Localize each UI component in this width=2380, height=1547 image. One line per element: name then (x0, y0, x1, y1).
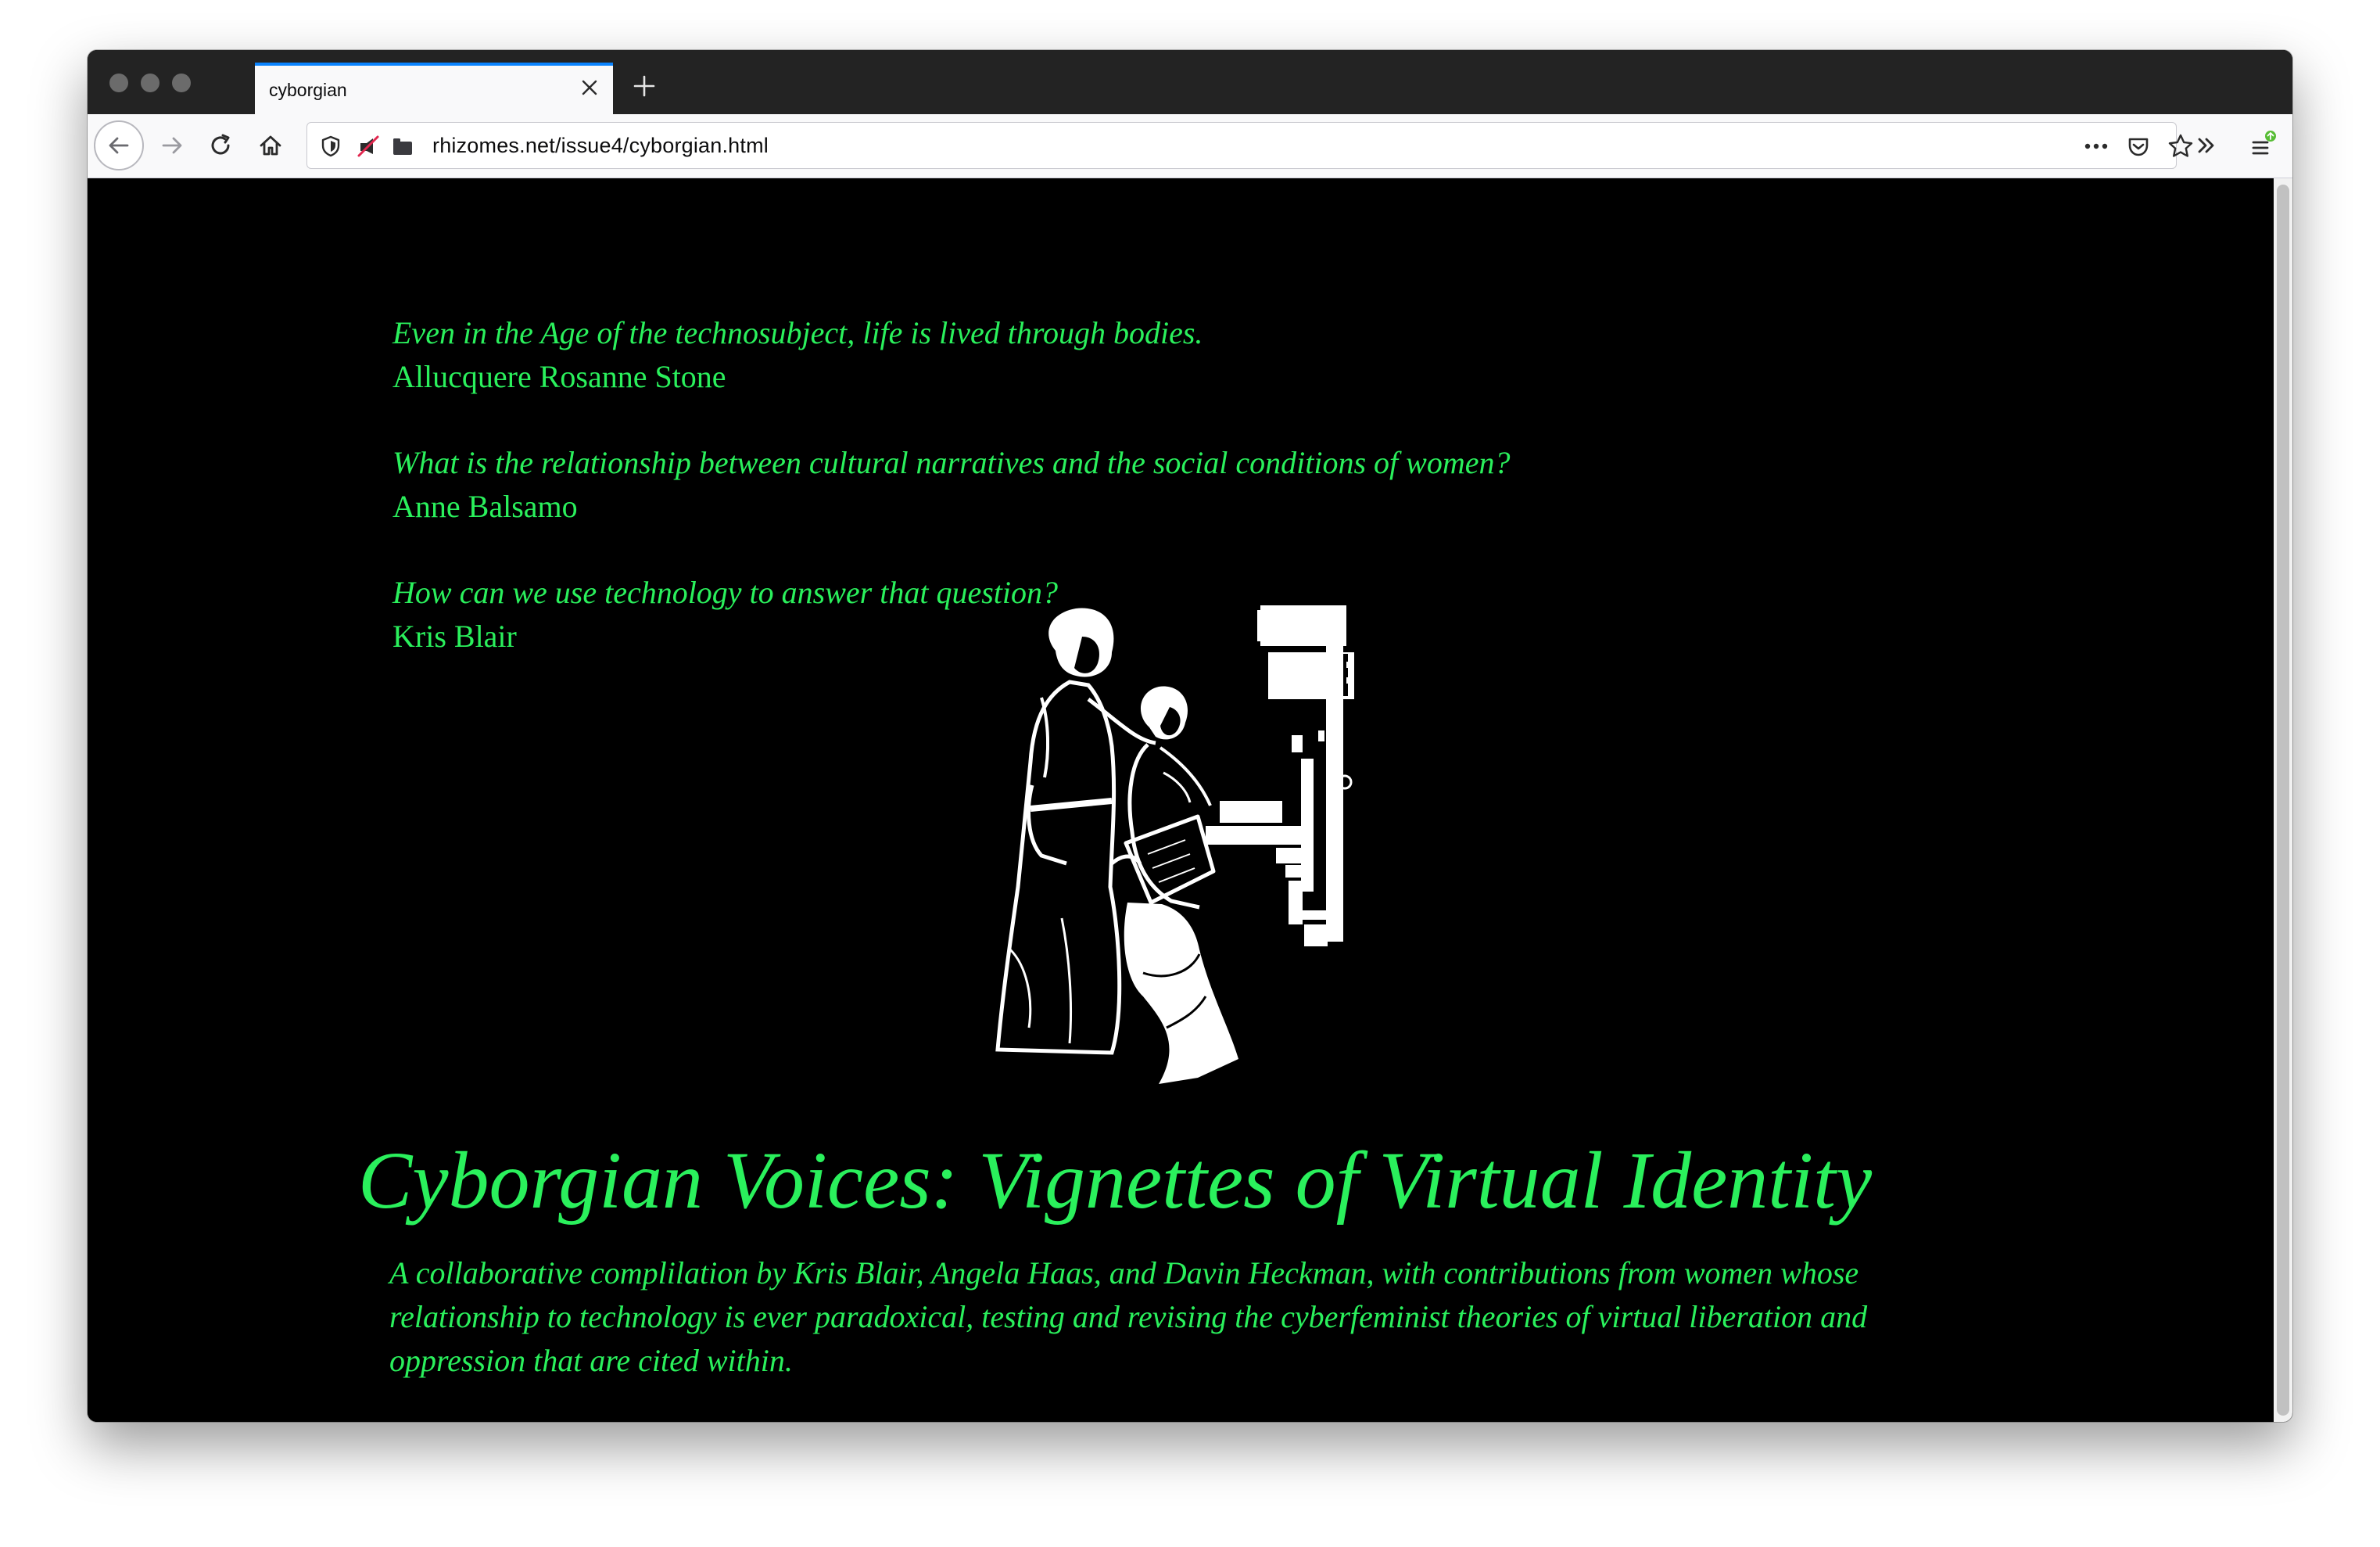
navigation-toolbar: rhizomes.net/issue4/cyborgian.html (88, 114, 2292, 178)
tab-title: cyborgian (269, 80, 347, 100)
reload-icon (211, 134, 230, 155)
page-info-icon[interactable] (389, 132, 417, 160)
home-icon (260, 135, 281, 156)
overflow-menu-button[interactable] (2188, 127, 2225, 164)
browser-window: cyborgian rhizomes.net/issue4/cyborgian.… (88, 50, 2292, 1422)
back-button[interactable] (94, 120, 144, 170)
ellipsis-icon (2084, 143, 2108, 149)
autoplay-blocked-icon[interactable] (354, 132, 382, 160)
pocket-button[interactable] (2124, 132, 2152, 160)
page-actions-button[interactable] (2082, 132, 2110, 160)
tracking-shield-icon[interactable] (317, 132, 345, 160)
tab-cyborgian[interactable]: cyborgian (255, 63, 613, 114)
quote-text: What is the relationship between cultura… (392, 445, 1511, 480)
scrollbar-thumb[interactable] (2277, 185, 2289, 1416)
quote-author: Anne Balsamo (392, 489, 578, 524)
pocket-icon (2128, 138, 2149, 156)
app-menu-button[interactable] (2244, 127, 2281, 164)
quote-author: Allucquere Rosanne Stone (392, 359, 726, 394)
new-tab-button[interactable] (627, 69, 661, 103)
zoom-window-button[interactable] (172, 74, 191, 92)
tab-strip: cyborgian (88, 50, 2292, 114)
close-window-button[interactable] (109, 74, 128, 92)
quote-block: What is the relationship between cultura… (392, 441, 1800, 529)
page-content: Even in the Age of the technosubject, li… (88, 178, 2274, 1422)
minimize-window-button[interactable] (141, 74, 160, 92)
double-chevron-icon (2198, 138, 2214, 153)
quote-block: Even in the Age of the technosubject, li… (392, 311, 1800, 399)
forward-button[interactable] (153, 127, 191, 164)
page-title: Cyborgian Voices: Vignettes of Virtual I… (358, 1136, 1873, 1226)
plus-icon (633, 75, 655, 97)
address-bar[interactable]: rhizomes.net/issue4/cyborgian.html (306, 122, 2193, 169)
close-icon (582, 80, 597, 95)
mammography-illustration (995, 605, 1354, 1084)
arrow-left-icon (109, 137, 129, 154)
quote-text: Even in the Age of the technosubject, li… (392, 315, 1203, 350)
page-description: A collaborative complilation by Kris Bla… (389, 1255, 1868, 1378)
tab-close-button[interactable] (575, 74, 604, 102)
arrow-right-icon (162, 137, 182, 154)
hamburger-menu-icon (2252, 131, 2276, 155)
reload-button[interactable] (202, 127, 239, 164)
url-text: rhizomes.net/issue4/cyborgian.html (432, 134, 769, 157)
home-button[interactable] (252, 127, 289, 164)
